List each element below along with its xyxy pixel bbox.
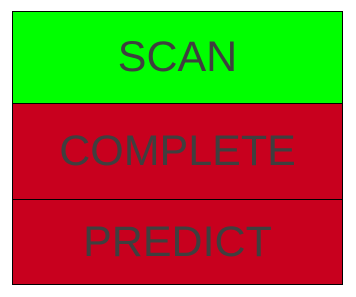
scan-button[interactable]: SCAN xyxy=(13,12,342,104)
workflow-steps-panel: SCAN COMPLETE PREDICT xyxy=(12,11,343,285)
predict-button[interactable]: PREDICT xyxy=(13,200,342,284)
complete-button[interactable]: COMPLETE xyxy=(13,104,342,200)
